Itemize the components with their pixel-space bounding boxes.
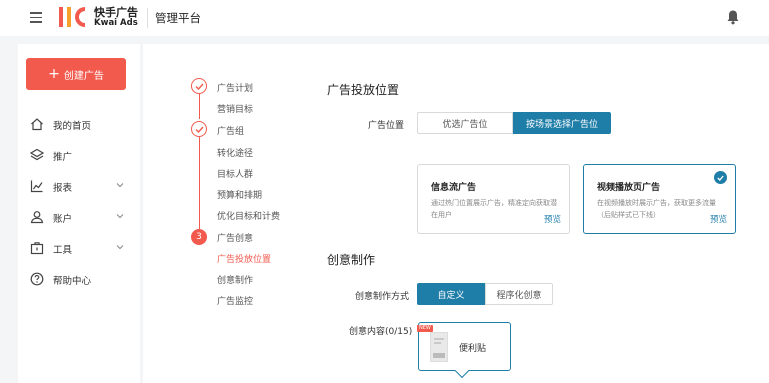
section-title-placement: 广告投放位置	[327, 83, 400, 97]
sidebar-item-label: 帮助中心	[53, 276, 92, 287]
step-ad-group[interactable]: 广告组	[217, 124, 244, 137]
placement-option-by-scene[interactable]: 按场景选择广告位	[513, 112, 611, 134]
substep-creative-production[interactable]: 创意制作	[217, 273, 253, 286]
sidebar-item-promotion[interactable]: 推广	[18, 144, 140, 166]
sidebar-item-label: 账户	[53, 214, 73, 225]
placement-label: 广告位置	[368, 121, 405, 131]
brand-divider	[147, 8, 148, 28]
step-done-check-icon	[191, 78, 207, 94]
toolbox-icon	[30, 242, 44, 255]
step-ad-plan[interactable]: 广告计划	[217, 81, 253, 94]
step-number-badge: 3	[191, 229, 207, 245]
brand-name-en: Kwai Ads	[94, 18, 138, 28]
preview-link[interactable]: 预览	[710, 213, 727, 225]
sidebar-item-reports[interactable]: 报表	[18, 175, 140, 197]
top-bar: 快手广告 Kwai Ads 管理平台	[0, 0, 769, 36]
selected-check-icon	[714, 171, 727, 184]
create-ad-label: 创建广告	[63, 70, 104, 82]
selected-pointer	[454, 363, 470, 379]
step-ad-creative[interactable]: 广告创意	[217, 231, 253, 244]
step-done-check-icon	[191, 121, 207, 137]
substep-optimization-billing[interactable]: 优化目标和计费	[217, 209, 280, 222]
step-connector	[199, 137, 200, 229]
sidebar-item-label: 我的首页	[53, 121, 92, 132]
sticky-note-thumbnail-icon	[430, 332, 448, 362]
card-description: 在视频播放时展示广告，获取更多流量（后贴样式已下线）	[597, 199, 716, 219]
step-connector	[199, 94, 200, 119]
substep-budget-schedule[interactable]: 预算和排期	[217, 188, 262, 201]
substep-target-audience[interactable]: 目标人群	[217, 167, 253, 180]
creative-content-item[interactable]: NEW 便利贴	[417, 322, 511, 379]
placement-option-preferred[interactable]: 优选广告位	[417, 112, 513, 134]
sidebar: + 创建广告 我的首页 推广 报表 账户 工具 帮助中心	[18, 44, 140, 383]
platform-title: 管理平台	[155, 11, 201, 25]
chevron-down-icon	[116, 245, 124, 250]
card-title: 信息流广告	[431, 183, 477, 193]
substep-marketing-goal[interactable]: 营销目标	[217, 102, 253, 115]
chart-icon	[30, 180, 43, 193]
creative-method-custom[interactable]: 自定义	[417, 283, 485, 305]
bell-icon[interactable]	[726, 9, 740, 25]
preview-link[interactable]: 预览	[544, 213, 561, 225]
plus-icon: +	[48, 66, 60, 82]
new-badge: NEW	[417, 325, 433, 332]
creative-method-label: 创意制作方式	[355, 292, 410, 302]
user-icon	[30, 211, 44, 224]
main-panel: 广告计划 营销目标 广告组 转化途径 目标人群 预算和排期 优化目标和计费 3 …	[143, 44, 769, 383]
sidebar-item-label: 工具	[53, 245, 73, 256]
kwai-ads-logo[interactable]	[58, 4, 88, 30]
placement-card-feed[interactable]: 信息流广告 通过热门位置展示广告，精准定向获取潜在用户 预览	[417, 164, 570, 234]
substep-ad-placement[interactable]: 广告投放位置	[217, 252, 271, 265]
placement-card-video-play[interactable]: 视频播放页广告 在视频播放时展示广告，获取更多流量（后贴样式已下线） 预览	[583, 164, 736, 234]
sidebar-item-account[interactable]: 账户	[18, 206, 140, 228]
help-icon	[30, 272, 44, 286]
section-title-creative: 创意制作	[327, 253, 376, 267]
creative-method-programmatic[interactable]: 程序化创意	[485, 283, 553, 305]
home-icon	[31, 118, 43, 131]
content-item-label: 便利贴	[459, 344, 487, 354]
card-title: 视频播放页广告	[597, 183, 661, 193]
sidebar-item-tools[interactable]: 工具	[18, 237, 140, 259]
substep-ad-monitoring[interactable]: 广告监控	[217, 294, 253, 307]
sidebar-item-label: 报表	[53, 183, 73, 194]
hamburger-menu-icon[interactable]	[30, 12, 42, 23]
sidebar-item-home[interactable]: 我的首页	[18, 113, 140, 135]
chevron-down-icon	[116, 183, 124, 188]
card-description: 通过热门位置展示广告，精准定向获取潜在用户	[431, 199, 557, 219]
create-ad-button[interactable]: + 创建广告	[26, 58, 126, 90]
sidebar-item-help[interactable]: 帮助中心	[18, 268, 140, 290]
layers-icon	[30, 148, 44, 161]
sidebar-item-label: 推广	[53, 152, 73, 163]
chevron-down-icon	[116, 214, 124, 219]
substep-conversion-path[interactable]: 转化途径	[217, 146, 253, 159]
creative-content-label: 创意内容(0/15)	[349, 327, 413, 337]
